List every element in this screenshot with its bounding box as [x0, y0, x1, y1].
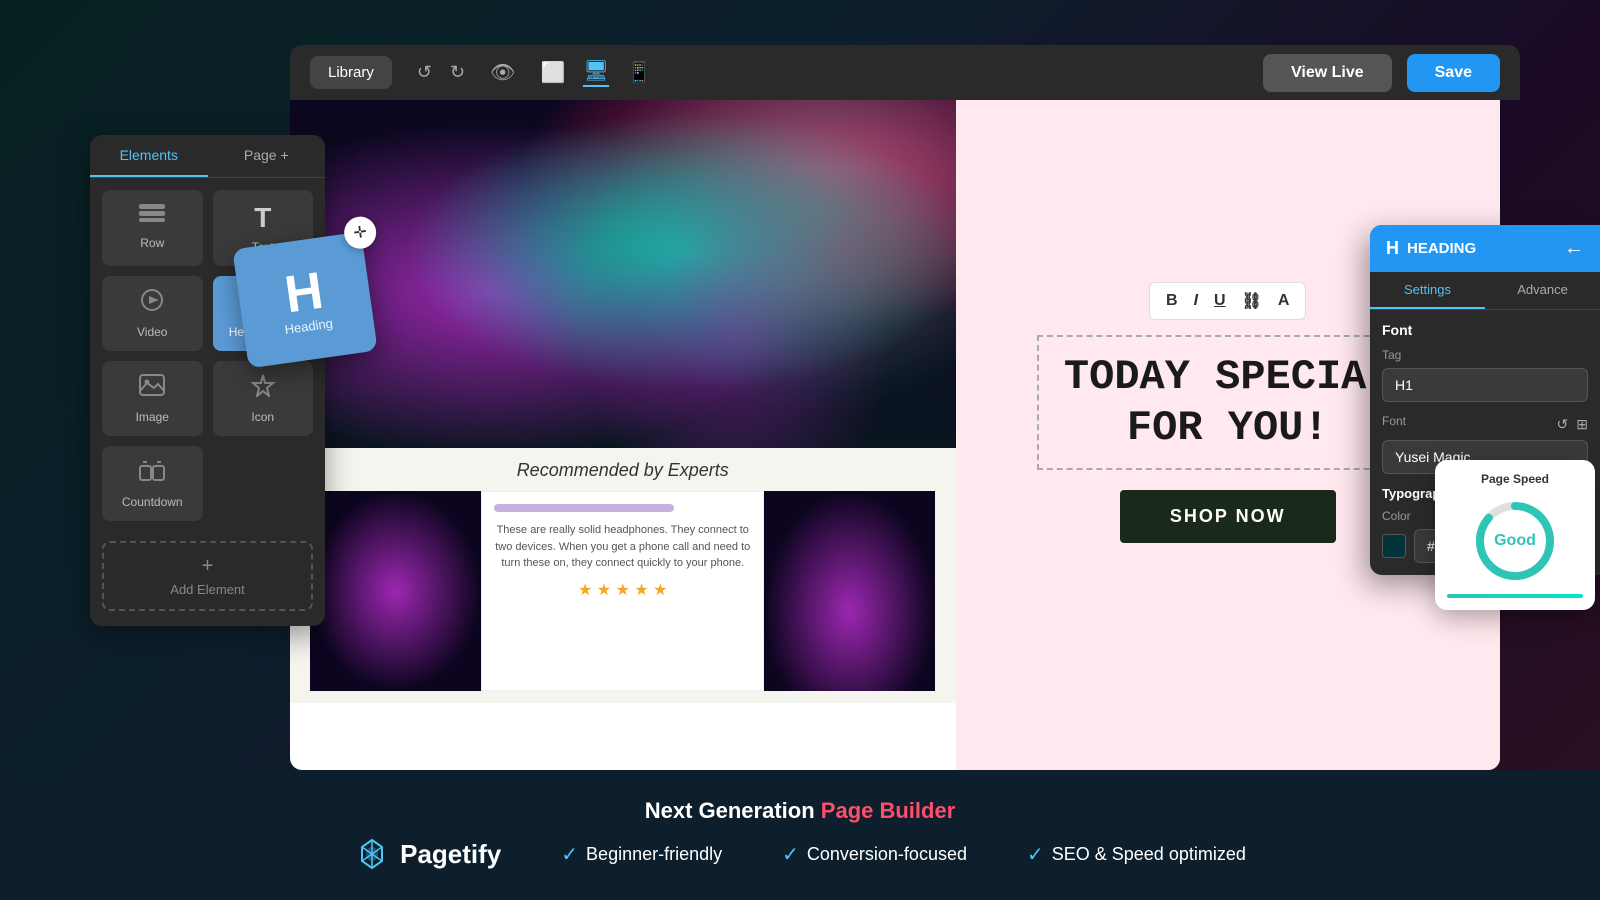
countdown-icon: [138, 458, 166, 489]
refresh-icon[interactable]: ↺: [1557, 416, 1569, 433]
add-element-button[interactable]: + Add Element: [102, 541, 313, 611]
recommended-title: Recommended by Experts: [310, 460, 936, 481]
product-cards: These are really solid headphones. They …: [310, 491, 936, 691]
brand-name: Pagetify: [400, 839, 501, 870]
grid-icon[interactable]: ⊞: [1576, 416, 1588, 433]
back-button[interactable]: ←: [1564, 237, 1584, 260]
feature-label-2: SEO & Speed optimized: [1052, 844, 1246, 865]
image-icon: [138, 373, 166, 404]
feature-label-0: Beginner-friendly: [586, 844, 722, 865]
plus-icon: +: [202, 555, 214, 578]
page-speed-widget: Page Speed Good: [1435, 460, 1595, 610]
color-swatch[interactable]: [1382, 534, 1406, 558]
view-live-button[interactable]: View Live: [1263, 54, 1392, 92]
desktop-icon[interactable]: 🖥: [583, 58, 608, 87]
shop-now-button[interactable]: SHOP NOW: [1120, 490, 1336, 543]
align-button[interactable]: A: [1274, 289, 1294, 313]
panel-section-tabs: Settings Advance: [1370, 272, 1600, 310]
panel-tabs: Elements Page +: [90, 135, 325, 178]
speed-rating: Good: [1470, 496, 1560, 586]
advance-tab[interactable]: Advance: [1485, 272, 1600, 309]
product-card-2: [764, 491, 935, 691]
element-video[interactable]: Video: [102, 276, 203, 351]
library-button[interactable]: Library: [310, 56, 392, 89]
review-text: These are really solid headphones. They …: [494, 522, 751, 572]
feature-label-1: Conversion-focused: [807, 844, 967, 865]
review-card: These are really solid headphones. They …: [481, 491, 764, 691]
bold-button[interactable]: B: [1162, 289, 1182, 313]
video-icon: [138, 288, 166, 319]
brand-logo: Pagetify: [354, 836, 501, 872]
tag-label: Tag: [1382, 348, 1588, 362]
font-row: Font ↺ ⊞: [1382, 414, 1588, 434]
mobile-icon[interactable]: 📱: [627, 60, 652, 85]
special-offer-text: TODAY SPECIAL FOR YOU!: [1037, 335, 1419, 470]
hero-image: [290, 55, 956, 448]
row-icon: [138, 202, 166, 230]
heading-letter: H: [282, 264, 326, 321]
feature-item-0: ✓ Beginner-friendly: [561, 842, 722, 867]
tagline-static: Next Generation: [645, 798, 815, 823]
element-row[interactable]: Row: [102, 190, 203, 266]
image-label: Image: [136, 410, 169, 424]
product-card-1: [310, 491, 481, 691]
device-switcher: ⬜ 🖥 📱: [540, 58, 651, 87]
heading-panel-header: H HEADING ←: [1370, 225, 1600, 272]
canvas-left: Recommended by Experts These are really …: [290, 55, 956, 770]
icon-label: Icon: [251, 410, 274, 424]
font-icons: ↺ ⊞: [1557, 416, 1588, 433]
redo-icon[interactable]: ↻: [450, 62, 465, 83]
feature-item-2: ✓ SEO & Speed optimized: [1027, 842, 1246, 867]
eye-off-icon[interactable]: 👁: [490, 60, 515, 85]
underline-button[interactable]: U: [1210, 289, 1230, 313]
feature-item-1: ✓ Conversion-focused: [782, 842, 967, 867]
italic-button[interactable]: I: [1190, 289, 1202, 313]
brand-logo-icon: [354, 836, 390, 872]
undo-icon[interactable]: ↺: [417, 62, 432, 83]
features-row: Pagetify ✓ Beginner-friendly ✓ Conversio…: [354, 836, 1246, 872]
speed-gauge: Good: [1470, 496, 1560, 586]
tab-page[interactable]: Page +: [208, 135, 326, 177]
tablet-icon[interactable]: ⬜: [540, 60, 565, 85]
check-icon-0: ✓: [561, 842, 578, 867]
font-section-title: Font: [1382, 322, 1588, 338]
tagline: Next Generation Page Builder: [645, 798, 956, 824]
special-line1: TODAY SPECIAL: [1064, 353, 1392, 401]
special-line2: FOR YOU!: [1127, 404, 1329, 452]
heading-h-icon: H: [1386, 238, 1399, 259]
tagline-highlight: Page Builder: [821, 798, 955, 823]
bottom-bar: Next Generation Page Builder Pagetify ✓ …: [0, 770, 1600, 900]
heading-panel-title: H HEADING: [1386, 238, 1476, 259]
undo-redo-group: ↺ ↻: [417, 62, 465, 83]
check-icon-1: ✓: [782, 842, 799, 867]
countdown-label: Countdown: [122, 495, 183, 509]
element-image[interactable]: Image: [102, 361, 203, 436]
review-rating-bar: [494, 504, 674, 512]
video-label: Video: [137, 325, 167, 339]
settings-tab[interactable]: Settings: [1370, 272, 1485, 309]
heading-drag-widget[interactable]: ✛ H Heading: [232, 232, 377, 369]
elements-panel: Elements Page + Row T Text Video Her: [90, 135, 325, 626]
save-button[interactable]: Save: [1407, 54, 1500, 92]
text-icon: T: [254, 202, 271, 234]
speed-title: Page Speed: [1447, 472, 1583, 486]
speed-bar: [1447, 594, 1583, 598]
visibility-group: 👁: [490, 60, 515, 85]
toolbar: Library ↺ ↻ 👁 ⬜ 🖥 📱 View Live Save: [290, 45, 1520, 100]
font-label: Font: [1382, 414, 1406, 428]
recommended-section: Recommended by Experts These are really …: [290, 448, 956, 703]
element-icon[interactable]: Icon: [213, 361, 314, 436]
check-icon-2: ✓: [1027, 842, 1044, 867]
text-formatting-toolbar: B I U ⛓ A: [1149, 282, 1306, 320]
canvas-area: Recommended by Experts These are really …: [290, 55, 1500, 770]
tab-elements[interactable]: Elements: [90, 135, 208, 177]
review-stars: ★ ★ ★ ★ ★: [494, 580, 751, 600]
add-element-label: Add Element: [170, 582, 244, 597]
row-label: Row: [140, 236, 164, 250]
link-button[interactable]: ⛓: [1238, 289, 1266, 313]
element-countdown[interactable]: Countdown: [102, 446, 203, 521]
tag-input[interactable]: [1382, 368, 1588, 402]
icon-icon: [249, 373, 277, 404]
heading-panel-label: HEADING: [1407, 240, 1476, 257]
